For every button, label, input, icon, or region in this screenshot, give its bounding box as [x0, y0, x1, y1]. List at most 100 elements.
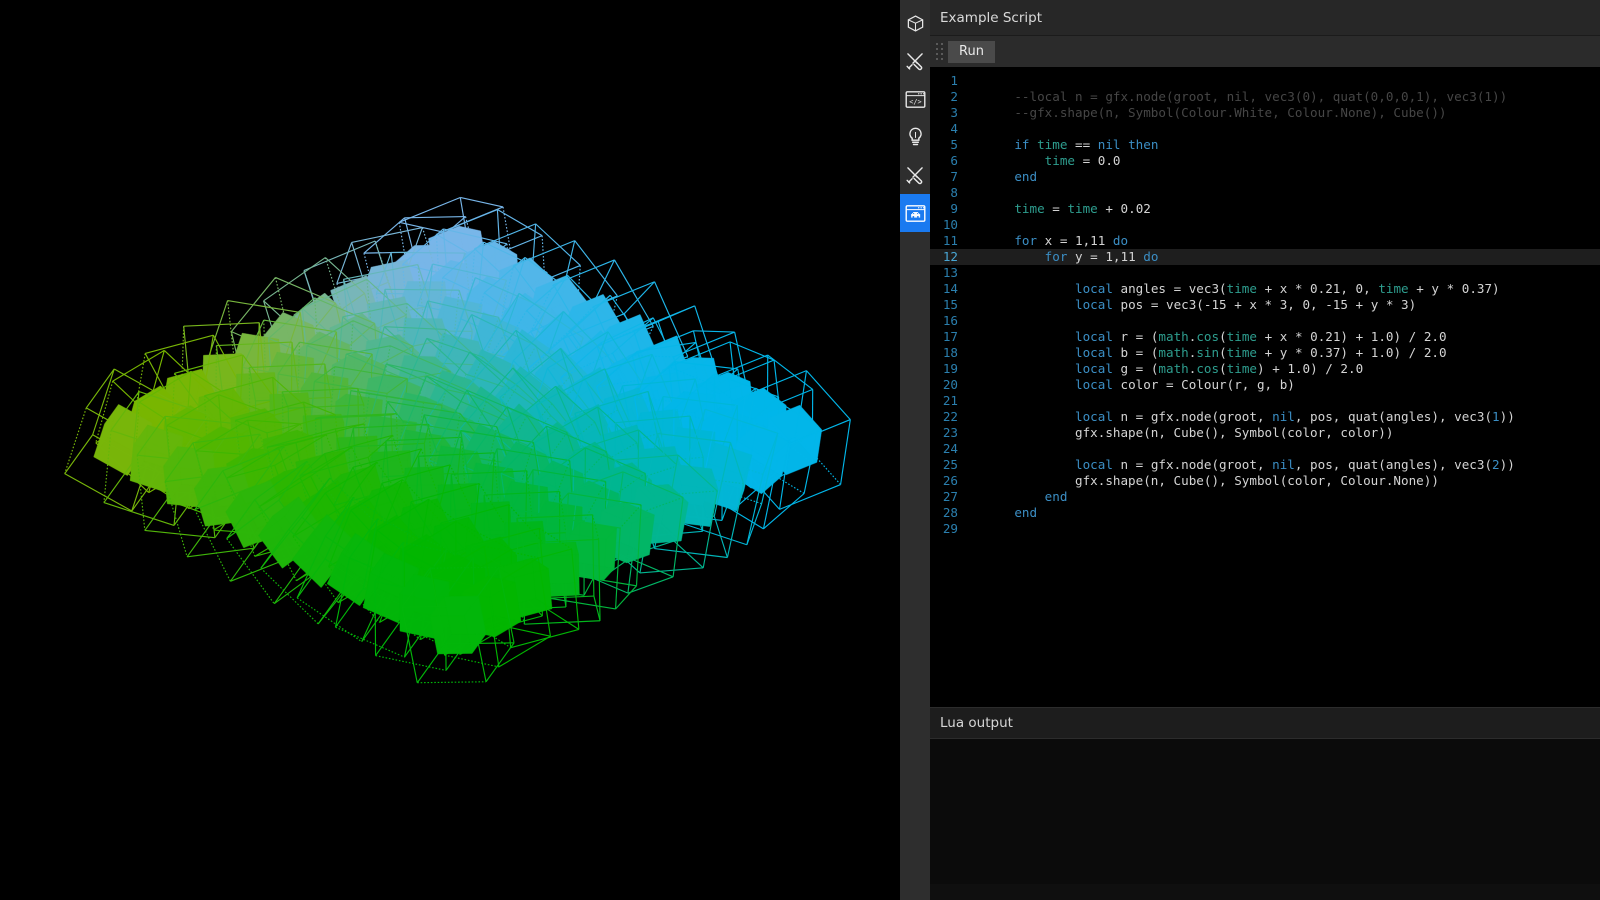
- code-line[interactable]: 14 local angles = vec3(time + x * 0.21, …: [930, 281, 1600, 297]
- line-number: 16: [930, 313, 966, 329]
- line-text: local angles = vec3(time + x * 0.21, 0, …: [966, 281, 1500, 297]
- code-line[interactable]: 8: [930, 185, 1600, 201]
- line-number: 11: [930, 233, 966, 249]
- line-number: 12: [930, 249, 966, 265]
- code-line[interactable]: 1: [930, 73, 1600, 89]
- line-number: 5: [930, 137, 966, 153]
- line-text: local b = (math.sin(time + y * 0.37) + 1…: [966, 345, 1447, 361]
- line-number: 7: [930, 169, 966, 185]
- line-number: 6: [930, 153, 966, 169]
- line-text: --local n = gfx.node(groot, nil, vec3(0)…: [966, 89, 1507, 105]
- line-number: 23: [930, 425, 966, 441]
- line-text: end: [966, 489, 1067, 505]
- code-line[interactable]: 11 for x = 1,11 do: [930, 233, 1600, 249]
- line-text: local n = gfx.node(groot, nil, pos, quat…: [966, 409, 1515, 425]
- code-line[interactable]: 17 local r = (math.cos(time + x * 0.21) …: [930, 329, 1600, 345]
- code-line[interactable]: 18 local b = (math.sin(time + y * 0.37) …: [930, 345, 1600, 361]
- sidebar-item-code[interactable]: </>: [900, 80, 930, 118]
- line-number: 10: [930, 217, 966, 233]
- lightbulb-icon: [907, 127, 924, 147]
- line-number: 13: [930, 265, 966, 281]
- panel-title: Example Script: [930, 0, 1600, 36]
- line-number: 24: [930, 441, 966, 457]
- line-text: [966, 313, 984, 329]
- bottom-strip: [930, 884, 1600, 900]
- svg-text:</>: </>: [909, 98, 921, 106]
- code-line[interactable]: 10: [930, 217, 1600, 233]
- line-text: time = 0.0: [966, 153, 1121, 169]
- code-line[interactable]: 5 if time == nil then: [930, 137, 1600, 153]
- line-text: local color = Colour(r, g, b): [966, 377, 1295, 393]
- line-number: 3: [930, 105, 966, 121]
- code-line[interactable]: 28 end: [930, 505, 1600, 521]
- line-text: gfx.shape(n, Cube(), Symbol(color, color…: [966, 425, 1393, 441]
- line-text: [966, 121, 984, 137]
- line-number: 9: [930, 201, 966, 217]
- code-line[interactable]: 9 time = time + 0.02: [930, 201, 1600, 217]
- sidebar-item-scene[interactable]: [900, 4, 930, 42]
- line-text: end: [966, 169, 1037, 185]
- code-line[interactable]: 6 time = 0.0: [930, 153, 1600, 169]
- line-number: 20: [930, 377, 966, 393]
- line-number: 21: [930, 393, 966, 409]
- editor-toolbar: Run: [930, 36, 1600, 67]
- tools-alt-icon: [905, 165, 925, 185]
- code-line[interactable]: 22 local n = gfx.node(groot, nil, pos, q…: [930, 409, 1600, 425]
- sidebar-item-tools[interactable]: [900, 42, 930, 80]
- code-line[interactable]: 13: [930, 265, 1600, 281]
- run-button[interactable]: Run: [948, 41, 995, 63]
- output-panel-title: Lua output: [930, 707, 1600, 739]
- line-text: [966, 393, 984, 409]
- code-line[interactable]: 25 local n = gfx.node(groot, nil, pos, q…: [930, 457, 1600, 473]
- code-editor[interactable]: 12 --local n = gfx.node(groot, nil, vec3…: [930, 67, 1600, 707]
- line-text: [966, 73, 984, 89]
- code-line[interactable]: 4: [930, 121, 1600, 137]
- line-number: 28: [930, 505, 966, 521]
- sidebar-item-utilities[interactable]: [900, 156, 930, 194]
- code-line[interactable]: 7 end: [930, 169, 1600, 185]
- line-text: local n = gfx.node(groot, nil, pos, quat…: [966, 457, 1515, 473]
- line-text: [966, 265, 984, 281]
- line-text: local r = (math.cos(time + x * 0.21) + 1…: [966, 329, 1447, 345]
- code-line[interactable]: 16: [930, 313, 1600, 329]
- line-text: if time == nil then: [966, 137, 1158, 153]
- sidebar-item-game-view[interactable]: [900, 194, 930, 232]
- line-text: [966, 441, 984, 457]
- line-number: 19: [930, 361, 966, 377]
- code-line[interactable]: 24: [930, 441, 1600, 457]
- app-root: </>: [0, 0, 1600, 900]
- line-number: 1: [930, 73, 966, 89]
- sidebar-item-lighting[interactable]: [900, 118, 930, 156]
- game-window-icon: [905, 204, 926, 223]
- code-line[interactable]: 12 for y = 1,11 do: [930, 249, 1600, 265]
- code-line[interactable]: 19 local g = (math.cos(time) + 1.0) / 2.…: [930, 361, 1600, 377]
- line-text: for y = 1,11 do: [966, 249, 1158, 265]
- code-line[interactable]: 27 end: [930, 489, 1600, 505]
- code-line[interactable]: 20 local color = Colour(r, g, b): [930, 377, 1600, 393]
- cube-grid-scene: [0, 0, 900, 900]
- line-number: 4: [930, 121, 966, 137]
- code-line[interactable]: 21: [930, 393, 1600, 409]
- tools-icon: [905, 51, 925, 71]
- code-window-icon: </>: [905, 90, 926, 109]
- line-number: 17: [930, 329, 966, 345]
- code-line[interactable]: 26 gfx.shape(n, Cube(), Symbol(color, Co…: [930, 473, 1600, 489]
- line-text: for x = 1,11 do: [966, 233, 1128, 249]
- line-number: 14: [930, 281, 966, 297]
- code-line[interactable]: 23 gfx.shape(n, Cube(), Symbol(color, co…: [930, 425, 1600, 441]
- code-line[interactable]: 3 --gfx.shape(n, Symbol(Colour.White, Co…: [930, 105, 1600, 121]
- line-number: 22: [930, 409, 966, 425]
- output-panel-body[interactable]: [930, 739, 1600, 900]
- line-text: local g = (math.cos(time) + 1.0) / 2.0: [966, 361, 1363, 377]
- render-viewport[interactable]: [0, 0, 900, 900]
- drag-grip-icon[interactable]: [934, 41, 946, 63]
- cube-icon: [906, 14, 925, 33]
- icon-rail: </>: [900, 0, 930, 900]
- line-number: 2: [930, 89, 966, 105]
- line-text: --gfx.shape(n, Symbol(Colour.White, Colo…: [966, 105, 1447, 121]
- code-line[interactable]: 15 local pos = vec3(-15 + x * 3, 0, -15 …: [930, 297, 1600, 313]
- code-line[interactable]: 2 --local n = gfx.node(groot, nil, vec3(…: [930, 89, 1600, 105]
- line-text: end: [966, 505, 1037, 521]
- line-number: 26: [930, 473, 966, 489]
- code-line[interactable]: 29: [930, 521, 1600, 537]
